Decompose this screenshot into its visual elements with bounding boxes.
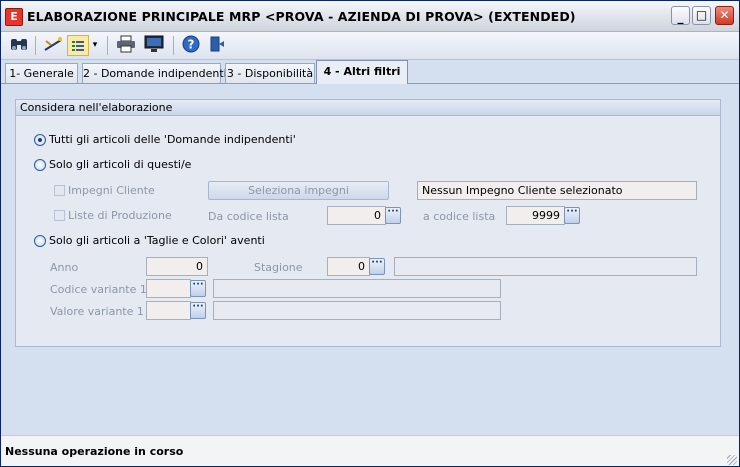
list-options-icon <box>72 41 84 51</box>
valore-variante-input[interactable] <box>146 301 191 320</box>
a-codice-lista-label: a codice lista <box>423 210 496 223</box>
print-button[interactable] <box>114 35 138 56</box>
maximize-icon: □ <box>695 8 708 22</box>
stagione-label: Stagione <box>254 261 303 274</box>
minimize-icon: _ <box>677 10 684 24</box>
exit-button[interactable] <box>206 35 228 56</box>
da-codice-lista-lookup[interactable]: ··· <box>385 207 401 224</box>
a-codice-lista-input[interactable]: 9999 <box>506 206 565 225</box>
codice-variante-lookup[interactable]: ··· <box>190 280 206 297</box>
tab-disponibilita[interactable]: 3 - Disponibilità <box>225 63 315 83</box>
title-bar[interactable]: E ELABORAZIONE PRINCIPALE MRP <PROVA - A… <box>1 1 739 32</box>
toolbar-separator <box>35 36 36 55</box>
help-icon: ? <box>182 35 200 53</box>
seleziona-impegni-button[interactable]: Seleziona impegni <box>208 181 389 200</box>
binoculars-button[interactable] <box>8 35 30 56</box>
radio-all-articles[interactable] <box>34 134 46 146</box>
impegni-selection-field: Nessun Impegno Cliente selezionato <box>417 181 697 200</box>
wand-button[interactable] <box>41 35 65 56</box>
preview-button[interactable] <box>142 35 166 56</box>
tab-domande-indipendenti[interactable]: 2 - Domande indipendenti <box>82 63 227 83</box>
radio-only-these[interactable] <box>34 159 46 171</box>
toolbar-separator <box>107 36 108 55</box>
radio-taglie-colori[interactable] <box>34 235 46 247</box>
status-bar: Nessuna operazione in corso <box>1 435 739 466</box>
codice-variante-label: Codice variante 1 <box>50 283 147 296</box>
codice-variante-description <box>213 279 501 298</box>
close-button[interactable]: ✕ <box>715 6 734 25</box>
wand-icon <box>44 37 62 51</box>
minimize-button[interactable]: _ <box>671 6 690 25</box>
app-icon[interactable]: E <box>5 8 23 26</box>
maximize-button[interactable]: □ <box>692 6 711 25</box>
main-window: E ELABORAZIONE PRINCIPALE MRP <PROVA - A… <box>0 0 740 467</box>
anno-label: Anno <box>50 261 79 274</box>
toolbar-separator <box>173 36 174 55</box>
tab-panel: Considera nell'elaborazione Tutti gli ar… <box>5 87 735 424</box>
radio-all-articles-label[interactable]: Tutti gli articoli delle 'Domande indipe… <box>49 133 296 146</box>
tab-strip: 1- Generale 2 - Domande indipendenti 3 -… <box>1 60 739 84</box>
status-text: Nessuna operazione in corso <box>5 445 184 458</box>
tab-altri-filtri[interactable]: 4 - Altri filtri <box>316 60 408 84</box>
a-codice-lista-lookup[interactable]: ··· <box>564 207 580 224</box>
valore-variante-label: Valore variante 1 <box>50 305 144 318</box>
stagione-description <box>394 257 697 276</box>
dropdown-arrow-icon: ▾ <box>92 40 98 50</box>
da-codice-lista-label: Da codice lista <box>208 210 289 223</box>
radio-taglie-colori-label[interactable]: Solo gli articoli a 'Taglie e Colori' av… <box>49 234 265 247</box>
binoculars-icon <box>11 39 27 50</box>
group-title: Considera nell'elaborazione <box>16 100 720 116</box>
radio-only-these-label[interactable]: Solo gli articoli di questi/e <box>49 158 191 171</box>
help-button[interactable]: ? <box>180 35 202 56</box>
check-impegni-cliente[interactable] <box>54 185 65 196</box>
check-liste-produzione[interactable] <box>54 210 65 221</box>
stagione-lookup[interactable]: ··· <box>369 258 385 275</box>
resize-grip-icon[interactable] <box>727 455 737 465</box>
close-icon: ✕ <box>719 8 730 22</box>
list-options-dropdown[interactable]: ▾ <box>90 35 100 56</box>
monitor-icon <box>144 35 164 52</box>
toolbar: ▾ ? <box>1 32 739 60</box>
check-impegni-cliente-label: Impegni Cliente <box>68 184 155 197</box>
da-codice-lista-input[interactable]: 0 <box>327 206 386 225</box>
check-liste-produzione-label: Liste di Produzione <box>68 209 172 222</box>
filter-group: Considera nell'elaborazione Tutti gli ar… <box>15 99 721 347</box>
exit-door-icon <box>210 36 224 52</box>
valore-variante-lookup[interactable]: ··· <box>190 302 206 319</box>
window-title: ELABORAZIONE PRINCIPALE MRP <PROVA - AZI… <box>27 9 576 24</box>
printer-icon <box>117 35 135 53</box>
codice-variante-input[interactable] <box>146 279 191 298</box>
tab-generale[interactable]: 1- Generale <box>5 63 78 83</box>
anno-input[interactable]: 0 <box>146 257 208 276</box>
svg-text:?: ? <box>188 38 195 52</box>
valore-variante-description <box>213 301 501 320</box>
list-options-button[interactable] <box>67 35 89 56</box>
stagione-input[interactable]: 0 <box>327 257 370 276</box>
